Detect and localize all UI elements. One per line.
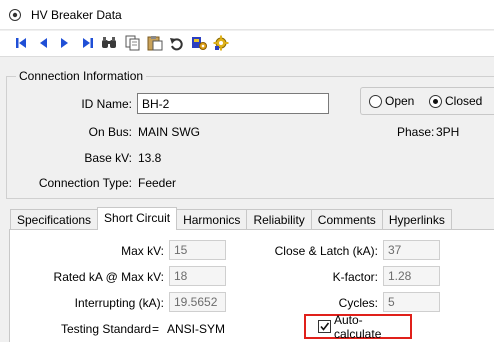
auto-calculate-checkbox[interactable]: Auto-calculate xyxy=(304,312,412,341)
open-radio-dot[interactable] xyxy=(369,94,382,108)
settings-circle-icon xyxy=(9,9,21,21)
copy-icon xyxy=(125,35,140,51)
open-radio-label: Open xyxy=(385,94,415,108)
last-record-icon xyxy=(83,38,93,48)
toolbar xyxy=(0,31,494,57)
undo-icon xyxy=(169,37,183,50)
connection-info-label: Connection Information xyxy=(16,69,147,83)
settings-button[interactable] xyxy=(212,34,230,52)
first-record-button[interactable] xyxy=(12,34,30,52)
cycles-field[interactable] xyxy=(383,292,440,312)
open-radio[interactable]: Open xyxy=(369,94,414,108)
rated-ka-field[interactable] xyxy=(169,266,226,286)
last-record-button[interactable] xyxy=(79,34,97,52)
auto-calculate-box[interactable] xyxy=(318,320,331,333)
testing-standard-equals: = xyxy=(152,322,160,336)
library-button[interactable] xyxy=(190,34,208,52)
tab-reliability[interactable]: Reliability xyxy=(246,209,311,230)
checkmark-icon xyxy=(320,322,330,331)
testing-standard-label: Testing Standard xyxy=(61,322,152,336)
auto-calculate-label: Auto-calculate xyxy=(334,312,382,341)
tab-specifications[interactable]: Specifications xyxy=(10,209,98,230)
phase-value: 3PH xyxy=(436,125,460,139)
close-latch-field[interactable] xyxy=(383,240,440,260)
interrupting-field[interactable] xyxy=(169,292,226,312)
base-kv-label: Base kV: xyxy=(84,151,132,165)
k-factor-label: K-factor: xyxy=(332,270,378,284)
testing-standard-value: ANSI-SYM xyxy=(167,322,226,336)
gear-icon xyxy=(213,35,229,51)
copy-button[interactable] xyxy=(124,34,142,52)
paste-button[interactable] xyxy=(146,34,164,52)
k-factor-field[interactable] xyxy=(383,266,440,286)
first-record-icon xyxy=(16,38,26,48)
closed-radio[interactable]: Closed xyxy=(429,94,482,108)
id-name-input[interactable] xyxy=(137,93,329,114)
tab-strip: Specifications Short Circuit Harmonics R… xyxy=(10,207,452,230)
close-latch-label: Close & Latch (kA): xyxy=(274,244,378,258)
on-bus-value: MAIN SWG xyxy=(138,125,200,139)
max-kv-field[interactable] xyxy=(169,240,226,260)
binoculars-icon xyxy=(102,37,116,48)
next-record-icon xyxy=(61,38,68,48)
previous-record-icon xyxy=(40,38,47,48)
library-icon xyxy=(192,37,207,50)
paste-icon xyxy=(147,36,163,51)
closed-radio-dot[interactable] xyxy=(429,94,442,108)
connection-type-label: Connection Type: xyxy=(38,176,132,190)
cycles-label: Cycles: xyxy=(338,296,378,310)
on-bus-label: On Bus: xyxy=(88,125,132,139)
max-kv-label: Max kV: xyxy=(121,244,164,258)
tab-comments[interactable]: Comments xyxy=(310,209,382,230)
rated-ka-label: Rated kA @ Max kV: xyxy=(53,270,164,284)
tab-short-circuit[interactable]: Short Circuit xyxy=(97,207,178,230)
next-record-button[interactable] xyxy=(56,34,74,52)
previous-record-button[interactable] xyxy=(34,34,52,52)
find-button[interactable] xyxy=(100,34,118,52)
window-title: HV Breaker Data xyxy=(31,8,122,22)
interrupting-label: Interrupting (kA): xyxy=(74,296,164,310)
title-bar: HV Breaker Data xyxy=(0,0,494,30)
id-name-label: ID Name: xyxy=(81,97,132,111)
undo-button[interactable] xyxy=(167,34,185,52)
tab-harmonics[interactable]: Harmonics xyxy=(177,209,247,230)
phase-label: Phase: xyxy=(397,125,435,139)
closed-radio-label: Closed xyxy=(445,94,483,108)
tab-hyperlinks[interactable]: Hyperlinks xyxy=(381,209,452,230)
connection-type-value: Feeder xyxy=(138,176,177,190)
base-kv-value: 13.8 xyxy=(138,151,162,165)
